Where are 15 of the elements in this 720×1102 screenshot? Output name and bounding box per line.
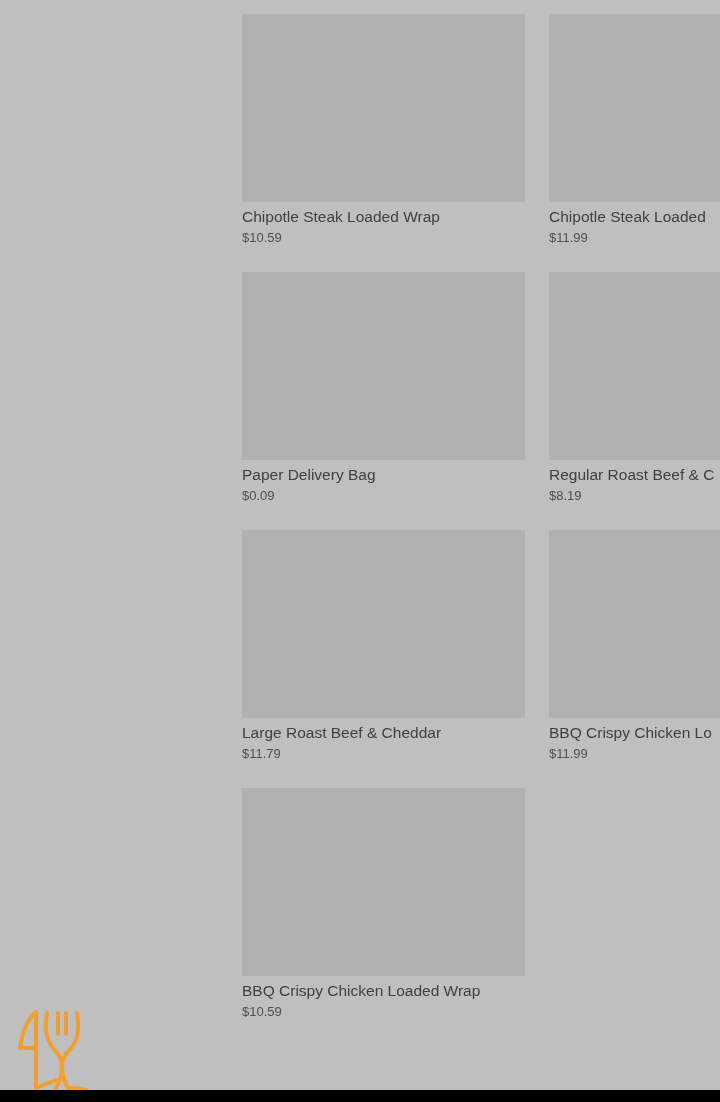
product-name[interactable]: Chipotle Steak Loaded [549, 206, 720, 228]
product-price: $10.59 [242, 1003, 283, 1021]
product-name[interactable]: BBQ Crispy Chicken Loaded Wrap [242, 980, 525, 1002]
product-price: $8.19 [549, 487, 583, 505]
product-price: $0.09 [242, 487, 276, 505]
product-name[interactable]: Large Roast Beef & Cheddar [242, 722, 525, 744]
product-name[interactable]: BBQ Crispy Chicken Lo [549, 722, 720, 744]
product-name[interactable]: Paper Delivery Bag [242, 464, 525, 486]
product-name[interactable]: Regular Roast Beef & C [549, 464, 720, 486]
product-name[interactable]: Chipotle Steak Loaded Wrap [242, 206, 525, 228]
product-price: $11.79 [242, 745, 282, 763]
product-price: $11.99 [549, 745, 589, 763]
fork-knife-icon [18, 1010, 88, 1090]
product-price: $10.59 [242, 229, 283, 247]
product-price: $11.99 [549, 229, 589, 247]
